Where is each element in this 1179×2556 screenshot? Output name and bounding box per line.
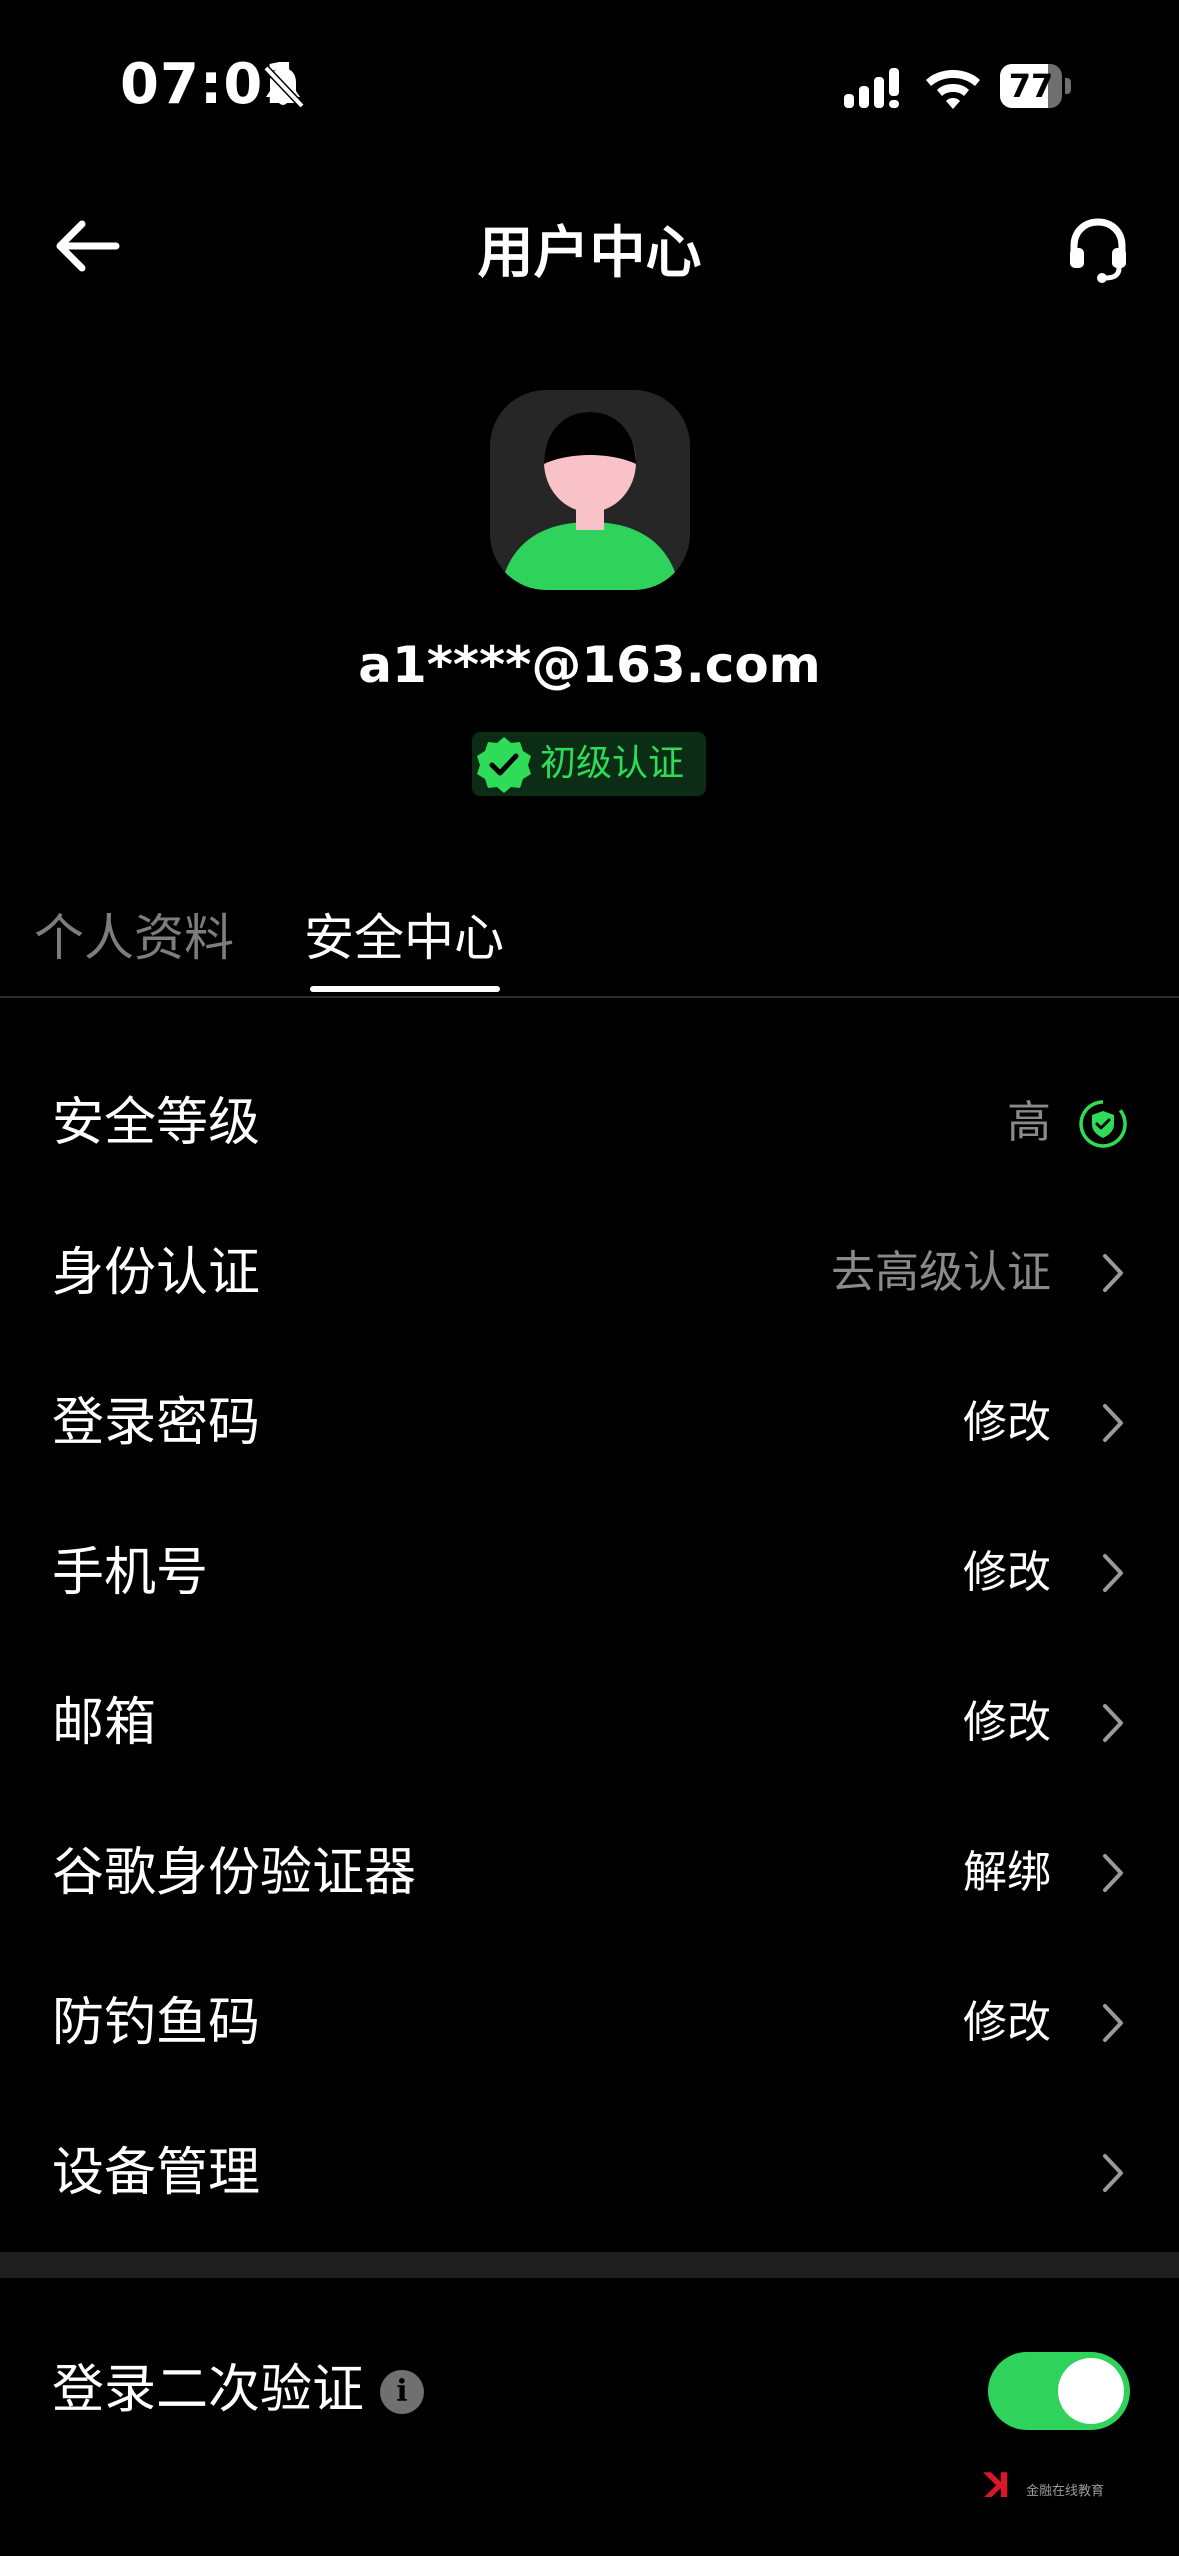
battery-level: 77 bbox=[1008, 67, 1054, 105]
battery-icon: 77 bbox=[1000, 64, 1072, 108]
google-authenticator-action[interactable]: 解绑 bbox=[963, 1798, 1051, 1948]
device-management-row[interactable]: 设备管理 bbox=[0, 2098, 1179, 2248]
chevron-right-icon bbox=[1103, 1854, 1123, 1892]
identity-verification-action[interactable]: 去高级认证 bbox=[831, 1198, 1051, 1348]
section-divider bbox=[0, 2252, 1179, 2278]
identity-verification-label: 身份认证 bbox=[52, 1243, 261, 1303]
email-row[interactable]: 邮箱 修改 bbox=[0, 1648, 1179, 1798]
security-level-row: 安全等级 高 bbox=[0, 1048, 1179, 1198]
phone-number-row[interactable]: 手机号 修改 bbox=[0, 1498, 1179, 1648]
shield-check-icon bbox=[1079, 1100, 1127, 1148]
login-password-label: 登录密码 bbox=[52, 1393, 261, 1453]
identity-verification-row[interactable]: 身份认证 去高级认证 bbox=[0, 1198, 1179, 1348]
google-authenticator-label: 谷歌身份验证器 bbox=[52, 1843, 417, 1903]
verified-check-icon bbox=[477, 737, 531, 793]
toggle-knob bbox=[1058, 2358, 1124, 2424]
login-password-action[interactable]: 修改 bbox=[963, 1348, 1051, 1498]
avatar-illustration-icon bbox=[500, 412, 680, 590]
tab-divider bbox=[0, 996, 1179, 998]
verification-badge-label: 初级认证 bbox=[540, 743, 685, 784]
bell-muted-icon bbox=[263, 65, 305, 109]
chevron-right-icon bbox=[1103, 1404, 1123, 1442]
two-factor-toggle[interactable] bbox=[988, 2352, 1130, 2430]
security-level-value: 高 bbox=[1007, 1097, 1051, 1148]
anti-phishing-code-action[interactable]: 修改 bbox=[963, 1948, 1051, 2098]
watermark-mark-icon: ꓘ bbox=[984, 2466, 1011, 2506]
chevron-right-icon bbox=[1103, 1704, 1123, 1742]
email-action[interactable]: 修改 bbox=[963, 1648, 1051, 1798]
device-management-label: 设备管理 bbox=[52, 2143, 261, 2203]
chevron-right-icon bbox=[1103, 2154, 1123, 2192]
user-email: a1****@163.com bbox=[358, 636, 821, 694]
tab-personal-info[interactable]: 个人资料 bbox=[34, 898, 234, 970]
verification-badge[interactable]: 初级认证 bbox=[472, 732, 706, 796]
chevron-right-icon bbox=[1103, 1254, 1123, 1292]
anti-phishing-code-label: 防钓鱼码 bbox=[52, 1993, 261, 2053]
email-label: 邮箱 bbox=[52, 1693, 157, 1753]
watermark-logo: ꓘ 金融在线教育 bbox=[984, 2466, 1124, 2506]
chevron-right-icon bbox=[1103, 1554, 1123, 1592]
tab-security-center[interactable]: 安全中心 bbox=[304, 898, 504, 970]
avatar[interactable] bbox=[490, 390, 690, 590]
login-password-row[interactable]: 登录密码 修改 bbox=[0, 1348, 1179, 1498]
signal-icon bbox=[844, 68, 899, 108]
page-title: 用户中心 bbox=[477, 221, 702, 286]
security-level-label: 安全等级 bbox=[52, 1093, 261, 1153]
google-authenticator-row[interactable]: 谷歌身份验证器 解绑 bbox=[0, 1798, 1179, 1948]
info-icon[interactable]: i bbox=[380, 2370, 424, 2414]
chevron-right-icon bbox=[1103, 2004, 1123, 2042]
watermark-text: 金融在线教育 bbox=[1026, 2484, 1105, 2499]
anti-phishing-code-row[interactable]: 防钓鱼码 修改 bbox=[0, 1948, 1179, 2098]
phone-number-label: 手机号 bbox=[52, 1543, 209, 1603]
active-tab-indicator bbox=[310, 986, 500, 992]
headset-support-icon[interactable] bbox=[1066, 216, 1130, 284]
wifi-icon bbox=[926, 70, 980, 109]
two-factor-login-label: 登录二次验证 bbox=[52, 2360, 365, 2420]
phone-number-action[interactable]: 修改 bbox=[963, 1498, 1051, 1648]
